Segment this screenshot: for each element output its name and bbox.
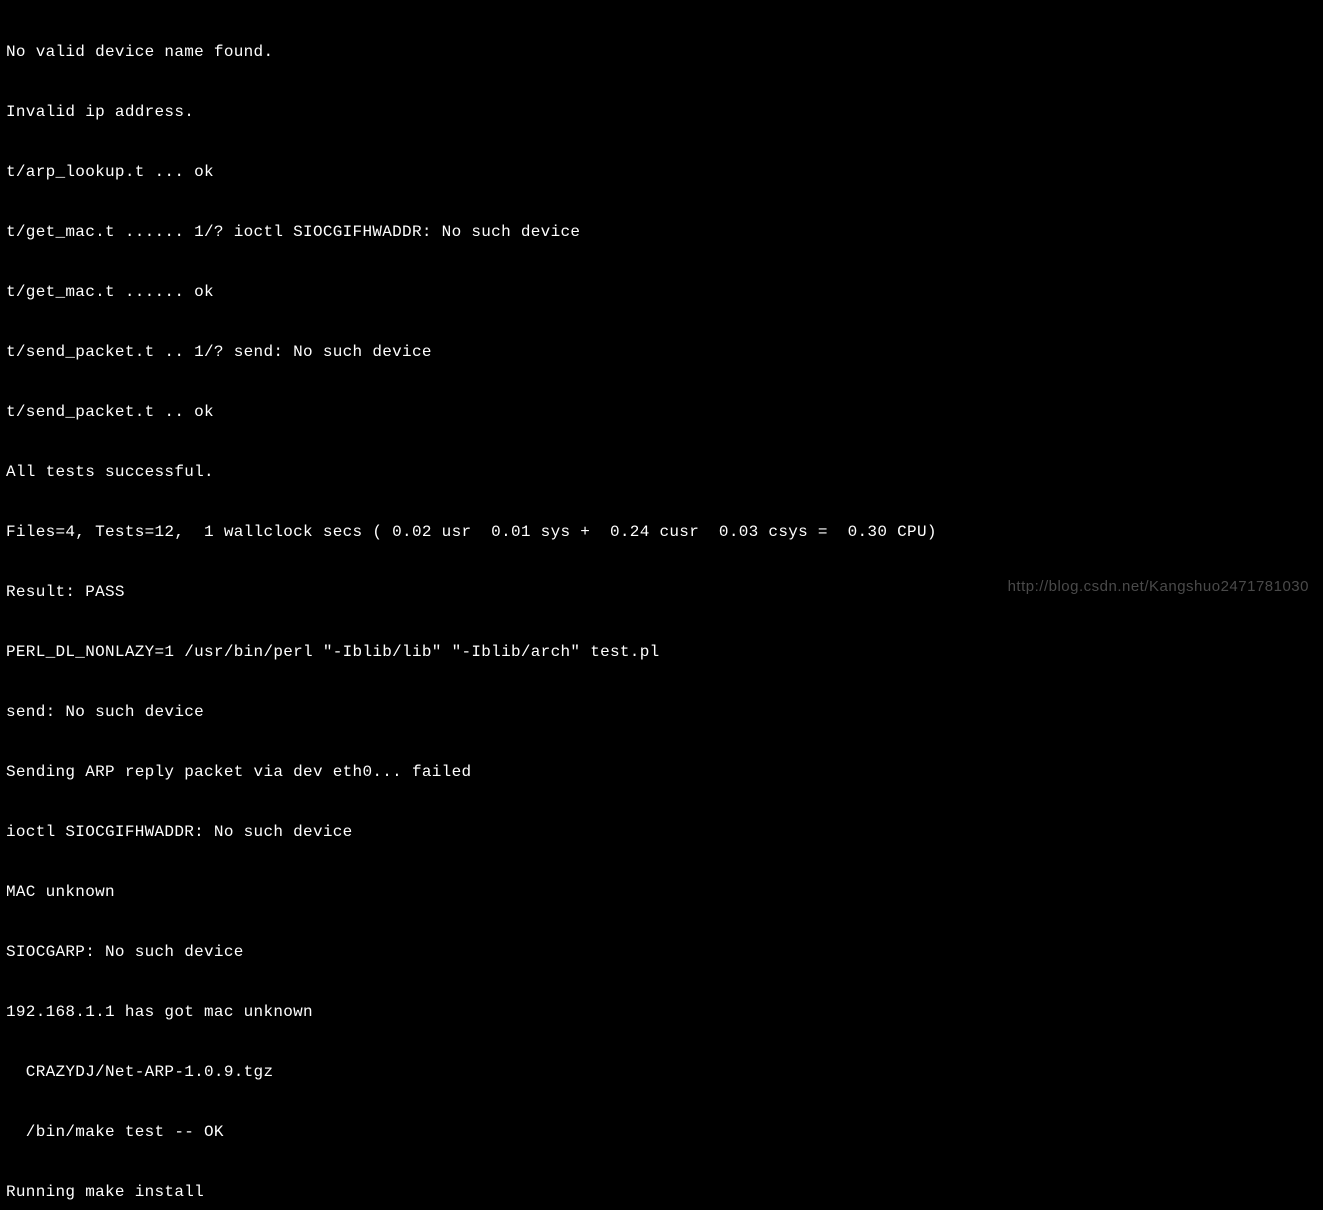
output-line: Files=4, Tests=12, 1 wallclock secs ( 0.… [6,522,1317,542]
output-line: t/send_packet.t .. 1/? send: No such dev… [6,342,1317,362]
output-line: All tests successful. [6,462,1317,482]
output-line: /bin/make test -- OK [6,1122,1317,1142]
output-line: SIOCGARP: No such device [6,942,1317,962]
output-line: MAC unknown [6,882,1317,902]
output-line: t/get_mac.t ...... 1/? ioctl SIOCGIFHWAD… [6,222,1317,242]
output-line: t/send_packet.t .. ok [6,402,1317,422]
output-line: Running make install [6,1182,1317,1202]
output-line: Invalid ip address. [6,102,1317,122]
output-line: ioctl SIOCGIFHWADDR: No such device [6,822,1317,842]
output-line: CRAZYDJ/Net-ARP-1.0.9.tgz [6,1062,1317,1082]
output-line: PERL_DL_NONLAZY=1 /usr/bin/perl "-Iblib/… [6,642,1317,662]
output-line: t/arp_lookup.t ... ok [6,162,1317,182]
watermark-text: http://blog.csdn.net/Kangshuo2471781030 [1008,578,1309,597]
terminal-output[interactable]: No valid device name found. Invalid ip a… [6,2,1317,1210]
output-line: No valid device name found. [6,42,1317,62]
output-line: send: No such device [6,702,1317,722]
output-line: 192.168.1.1 has got mac unknown [6,1002,1317,1022]
output-line: Sending ARP reply packet via dev eth0...… [6,762,1317,782]
output-line: t/get_mac.t ...... ok [6,282,1317,302]
